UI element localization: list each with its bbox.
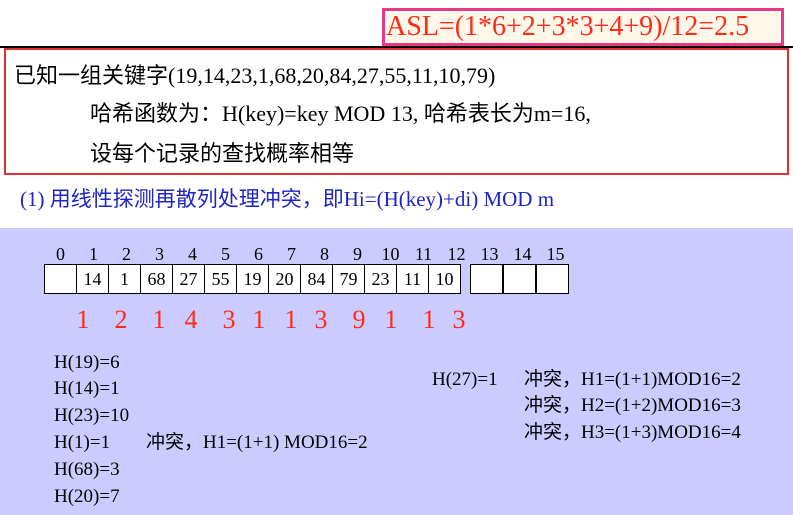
probe-count: 3 xyxy=(452,305,466,334)
hash-computation: H(1)=1 xyxy=(54,432,111,453)
index-label: 12 xyxy=(447,244,466,264)
given-probability: 设每个记录的查找概率相等 xyxy=(90,141,355,166)
index-label: 0 xyxy=(56,244,65,264)
probe-count: 3 xyxy=(222,305,236,334)
hash-computation: H(68)=3 xyxy=(54,459,120,480)
hash-cell xyxy=(44,264,77,294)
index-label: 10 xyxy=(381,244,400,264)
probe-count: 3 xyxy=(314,305,328,334)
index-label: 9 xyxy=(353,244,362,264)
hash-cell xyxy=(470,264,503,294)
hash-cell: 84 xyxy=(300,264,333,294)
hash-cell: 11 xyxy=(396,264,429,294)
hash-cell: 23 xyxy=(364,264,397,294)
index-label: 3 xyxy=(155,244,164,264)
hash-computation: H(14)=1 xyxy=(54,378,120,399)
index-label: 11 xyxy=(414,244,433,264)
asl-formula: ASL=(1*6+2+3*3+4+9)/12=2.5 xyxy=(386,11,750,42)
hash-cell: 20 xyxy=(268,264,301,294)
index-label: 1 xyxy=(89,244,98,264)
probe-count: 1 xyxy=(422,305,436,334)
h27-probe-1: 冲突，H1=(1+1)MOD16=2 xyxy=(524,369,741,390)
hash-cell: 19 xyxy=(236,264,269,294)
probe-count: 1 xyxy=(252,305,266,334)
index-label: 2 xyxy=(122,244,131,264)
hash-cell: 10 xyxy=(428,264,461,294)
method-heading: (1) 用线性探测再散列处理冲突，即Hi=(H(key)+di) MOD m xyxy=(20,187,555,211)
h27-probe-2: 冲突，H2=(1+2)MOD16=3 xyxy=(524,395,741,416)
hash-computation: H(19)=6 xyxy=(54,352,120,373)
h27-probe-3: 冲突，H3=(1+3)MOD16=4 xyxy=(524,422,741,443)
probe-count: 9 xyxy=(352,305,366,334)
hash-cell xyxy=(503,264,536,294)
probe-count: 1 xyxy=(152,305,166,334)
index-label: 15 xyxy=(546,244,565,264)
probe-count: 1 xyxy=(284,305,298,334)
hash-cell: 68 xyxy=(140,264,173,294)
hash-computation: H(23)=10 xyxy=(54,405,130,426)
hash-cell: 79 xyxy=(332,264,365,294)
hash-computation: H(20)=7 xyxy=(54,486,120,507)
hash-cell: 27 xyxy=(172,264,205,294)
given-hash-function: 哈希函数为：H(key)=key MOD 13, 哈希表长为m=16, xyxy=(90,101,591,126)
given-keys: 已知一组关键字(19,14,23,1,68,20,84,27,55,11,10,… xyxy=(14,63,496,88)
hash-cell: 55 xyxy=(204,264,237,294)
index-label: 4 xyxy=(188,244,197,264)
probe-count: 1 xyxy=(384,305,398,334)
h27-label: H(27)=1 xyxy=(432,369,498,390)
hash-cell xyxy=(536,264,569,294)
index-label: 6 xyxy=(254,244,263,264)
index-label: 13 xyxy=(480,244,499,264)
index-label: 7 xyxy=(287,244,296,264)
hash-cell: 1 xyxy=(108,264,141,294)
probe-count: 2 xyxy=(114,305,128,334)
probe-count: 1 xyxy=(76,305,90,334)
hash-cell: 14 xyxy=(76,264,109,294)
probe-count: 4 xyxy=(184,305,198,334)
index-label: 5 xyxy=(221,244,230,264)
h1-conflict-note: 冲突，H1=(1+1) MOD16=2 xyxy=(146,432,368,453)
index-label: 14 xyxy=(513,244,532,264)
index-label: 8 xyxy=(320,244,329,264)
